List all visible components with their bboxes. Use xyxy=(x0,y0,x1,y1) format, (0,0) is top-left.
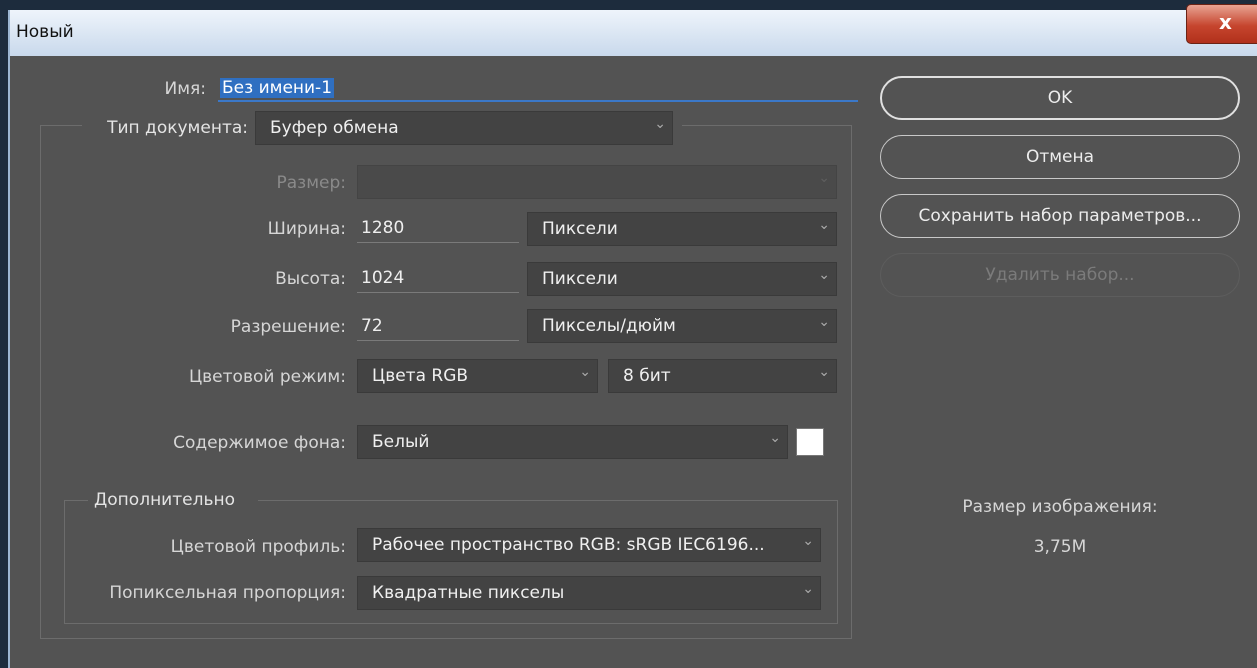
doc-type-value: Буфер обмена xyxy=(270,118,399,138)
image-size-label: Размер изображения: xyxy=(962,497,1158,517)
chevron-down-icon: ⌄ xyxy=(802,581,814,597)
cancel-button[interactable]: Отмена xyxy=(880,135,1240,179)
chevron-down-icon: ⌄ xyxy=(818,364,830,380)
pixel-aspect-label: Попиксельная пропорция: xyxy=(109,583,346,603)
color-mode-label: Цветовой режим: xyxy=(188,367,346,387)
save-preset-button[interactable]: Сохранить набор параметров... xyxy=(880,194,1240,238)
doc-type-label: Тип документа: xyxy=(107,118,248,138)
chevron-down-icon: ⌄ xyxy=(802,533,814,549)
chevron-down-icon: ⌄ xyxy=(818,217,830,233)
chevron-down-icon: ⌄ xyxy=(579,364,591,380)
close-button[interactable]: x xyxy=(1186,4,1257,44)
width-unit-select[interactable]: Пиксели ⌄ xyxy=(527,212,837,246)
name-label: Имя: xyxy=(164,79,207,99)
chevron-down-icon: ⌄ xyxy=(818,267,830,283)
bit-depth-select[interactable]: 8 бит ⌄ xyxy=(608,359,837,393)
chevron-down-icon: ⌄ xyxy=(654,116,666,132)
width-input[interactable]: 1280 xyxy=(357,218,519,243)
title-bar[interactable]: Новый x xyxy=(10,4,1257,56)
window-title: Новый xyxy=(16,22,74,42)
chevron-down-icon: ⌄ xyxy=(769,430,781,446)
pixel-aspect-select[interactable]: Квадратные пикселы ⌄ xyxy=(357,576,821,610)
ok-button[interactable]: OK xyxy=(880,76,1240,120)
color-profile-label: Цветовой профиль: xyxy=(170,537,346,557)
advanced-title: Дополнительно xyxy=(94,490,235,510)
delete-preset-button[interactable]: Удалить набор... xyxy=(880,253,1240,297)
name-value: Без имени-1 xyxy=(220,78,335,98)
background-label: Содержимое фона: xyxy=(173,433,346,453)
width-unit-value: Пиксели xyxy=(542,219,618,239)
resolution-label: Разрешение: xyxy=(230,317,346,337)
chevron-down-icon: ⌄ xyxy=(818,170,830,186)
chevron-down-icon: ⌄ xyxy=(818,314,830,330)
name-input[interactable]: Без имени-1 xyxy=(218,77,858,102)
bit-depth-value: 8 бит xyxy=(623,366,671,386)
resolution-unit-value: Пикселы/дюйм xyxy=(542,316,676,336)
color-profile-value: Рабочее пространство RGB: sRGB IEC6196..… xyxy=(372,535,765,555)
pixel-aspect-value: Квадратные пикселы xyxy=(372,583,565,603)
size-label: Размер: xyxy=(276,173,346,193)
background-color-swatch[interactable] xyxy=(796,428,824,456)
height-input[interactable]: 1024 xyxy=(357,268,519,293)
doc-type-select[interactable]: Буфер обмена ⌄ xyxy=(255,111,673,145)
image-size-value: 3,75M xyxy=(1033,537,1087,557)
height-label: Высота: xyxy=(275,269,346,289)
resolution-input[interactable]: 72 xyxy=(357,316,519,341)
resolution-unit-select[interactable]: Пикселы/дюйм ⌄ xyxy=(527,309,837,343)
background-select[interactable]: Белый ⌄ xyxy=(357,425,788,459)
size-select[interactable]: ⌄ xyxy=(357,165,837,199)
close-icon: x xyxy=(1219,10,1232,34)
color-mode-value: Цвета RGB xyxy=(372,366,469,386)
height-unit-value: Пиксели xyxy=(542,269,618,289)
background-value: Белый xyxy=(372,432,430,452)
color-mode-select[interactable]: Цвета RGB ⌄ xyxy=(357,359,598,393)
height-unit-select[interactable]: Пиксели ⌄ xyxy=(527,262,837,296)
color-profile-select[interactable]: Рабочее пространство RGB: sRGB IEC6196..… xyxy=(357,528,821,562)
width-label: Ширина: xyxy=(267,219,346,239)
